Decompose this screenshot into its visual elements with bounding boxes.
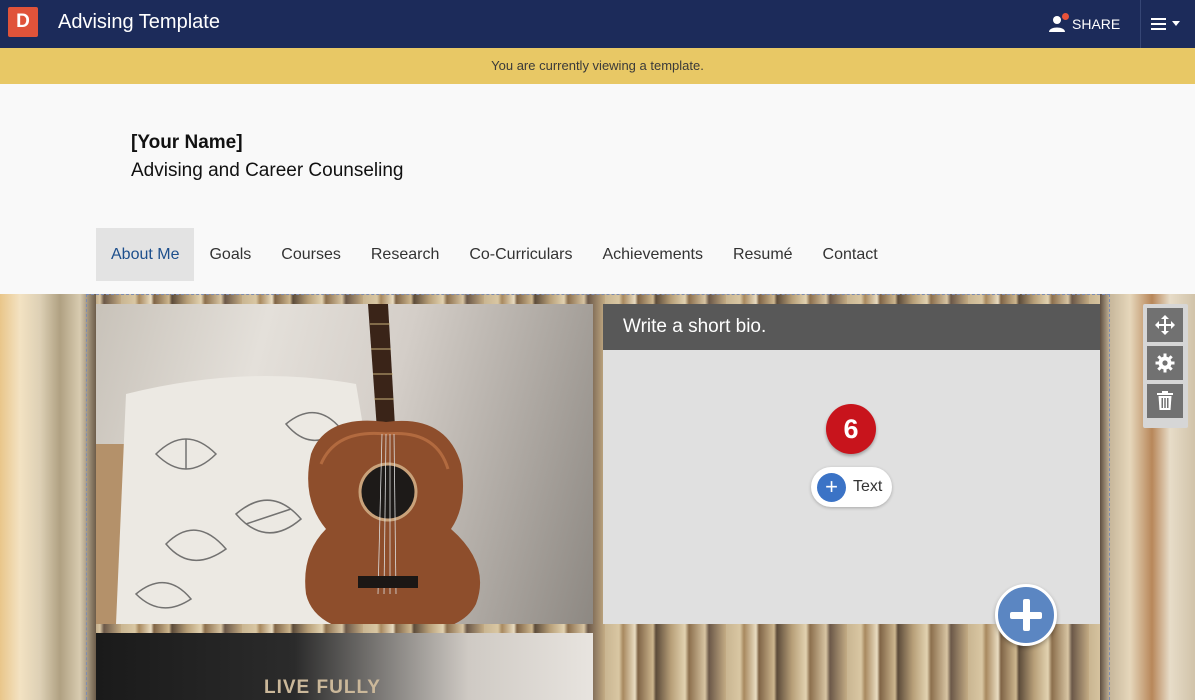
topbar-divider: [1140, 0, 1141, 48]
nav-item-research[interactable]: Research: [356, 228, 454, 281]
bio-header[interactable]: Write a short bio.: [603, 304, 1100, 350]
app-logo[interactable]: D: [8, 7, 38, 37]
nav-item-goals[interactable]: Goals: [194, 228, 266, 281]
site-header: [Your Name] Advising and Career Counseli…: [0, 84, 1195, 294]
guitar-photo[interactable]: [96, 304, 593, 624]
trash-icon: [1157, 391, 1173, 410]
nav-item-co-curriculars[interactable]: Co-Curriculars: [454, 228, 587, 281]
nav-item-courses[interactable]: Courses: [266, 228, 356, 281]
add-block-button[interactable]: [995, 584, 1057, 646]
move-section-button[interactable]: [1147, 308, 1183, 342]
notification-dot: [1062, 13, 1069, 20]
caret-down-icon: [1172, 21, 1180, 26]
plus-icon: +: [817, 473, 846, 502]
share-button[interactable]: SHARE: [1048, 0, 1120, 48]
move-arrows-icon: [1155, 315, 1175, 335]
step-number-badge: 6: [826, 404, 876, 454]
bio-panel: Write a short bio. 6 + Text: [603, 304, 1100, 624]
template-banner: You are currently viewing a template.: [0, 48, 1195, 84]
nav-item-achievements[interactable]: Achievements: [587, 228, 718, 281]
site-name[interactable]: [Your Name]: [131, 132, 243, 154]
share-label: SHARE: [1072, 16, 1121, 32]
site-subtitle[interactable]: Advising and Career Counseling: [131, 160, 404, 182]
delete-section-button[interactable]: [1147, 384, 1183, 418]
section-settings-button[interactable]: [1147, 346, 1183, 380]
main-menu-button[interactable]: [1150, 0, 1180, 48]
gear-icon: [1155, 353, 1175, 373]
live-fully-photo[interactable]: LIVE FULLY: [96, 633, 593, 700]
top-bar: D Advising Template SHARE: [0, 0, 1195, 48]
section-tools: [1143, 304, 1188, 428]
nav-item-contact[interactable]: Contact: [808, 228, 893, 281]
add-text-label: Text: [853, 478, 883, 495]
app-title: Advising Template: [58, 11, 220, 33]
add-text-button[interactable]: + Text: [811, 467, 892, 507]
nav-item-resume[interactable]: Resumé: [718, 228, 808, 281]
photo-caption-text: LIVE FULLY: [264, 677, 381, 698]
hamburger-menu-icon: [1151, 18, 1166, 30]
site-nav: About Me Goals Courses Research Co-Curri…: [96, 228, 893, 281]
content-section: LIVE FULLY Write a short bio. 6 + Text: [0, 294, 1195, 700]
nav-item-about-me[interactable]: About Me: [96, 228, 195, 281]
person-icon: [1048, 13, 1069, 33]
bookshelf-background-left: [0, 294, 96, 700]
